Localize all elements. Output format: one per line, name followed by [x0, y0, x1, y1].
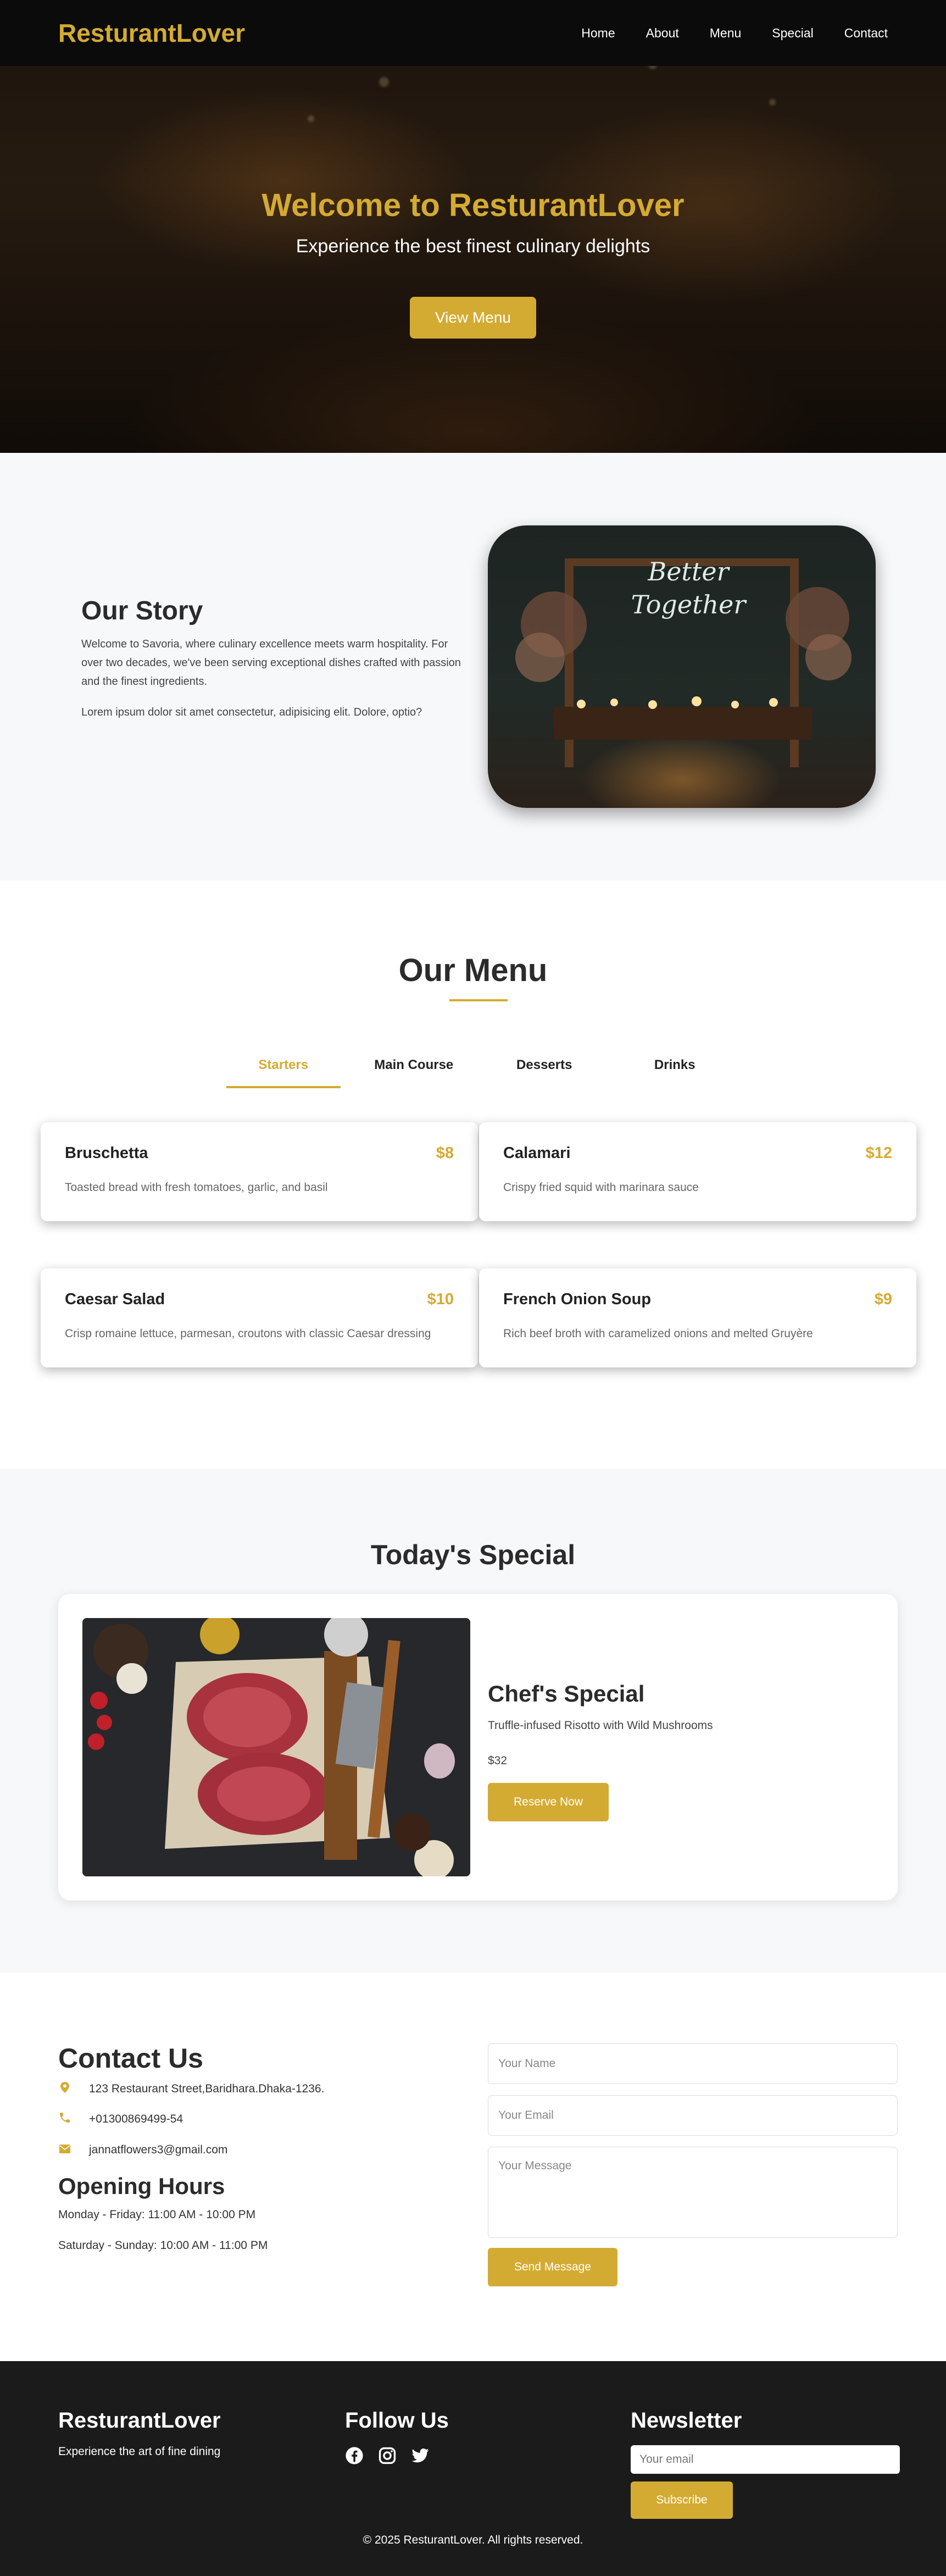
footer-social-column: Follow Us	[345, 2408, 449, 2468]
menu-item-name: French Onion Soup	[503, 1290, 652, 1308]
reserve-now-button[interactable]: Reserve Now	[488, 1783, 609, 1821]
menu-item-price: $8	[436, 1144, 454, 1162]
story-section: Our Story Welcome to Savoria, where culi…	[0, 453, 946, 880]
light-bokeh	[769, 99, 776, 106]
menu-item-name: Bruschetta	[65, 1144, 148, 1162]
hero-title: Welcome to ResturantLover	[261, 187, 685, 223]
special-title: Today's Special	[370, 1539, 576, 1570]
contact-address: 123 Restaurant Street,Baridhara.Dhaka-12…	[58, 2082, 324, 2096]
nav-link-about[interactable]: About	[646, 26, 679, 41]
tab-desserts[interactable]: Desserts	[487, 1052, 602, 1088]
email-text: jannatflowers3@gmail.com	[89, 2143, 228, 2156]
hero-content: Welcome to ResturantLover Experience the…	[0, 187, 946, 339]
contact-email: jannatflowers3@gmail.com	[58, 2143, 227, 2157]
story-image: Better Together	[488, 525, 876, 808]
nav-link-home[interactable]: Home	[581, 26, 615, 41]
nav-link-special[interactable]: Special	[772, 26, 813, 41]
tab-main-course[interactable]: Main Course	[357, 1052, 471, 1088]
nav-link-contact[interactable]: Contact	[844, 26, 888, 41]
message-textarea[interactable]: Your Message	[488, 2147, 898, 2238]
story-text: Our Story Welcome to Savoria, where culi…	[81, 596, 466, 722]
copyright-text: © 2025 ResturantLover. All rights reserv…	[363, 2534, 583, 2546]
menu-tabs: Starters Main Course Desserts Drinks	[226, 1052, 732, 1088]
map-pin-icon	[58, 2082, 71, 2096]
hero-section: Welcome to ResturantLover Experience the…	[0, 0, 946, 453]
opening-hours-title: Opening Hours	[58, 2173, 225, 2199]
footer-tagline: Experience the art of fine dining	[58, 2445, 221, 2458]
menu-item-name: Calamari	[503, 1144, 571, 1162]
contact-section: Contact Us 123 Restaurant Street,Baridha…	[0, 1973, 946, 2361]
menu-item-card[interactable]: Calamari $12 Crispy fried squid with mar…	[479, 1122, 916, 1221]
menu-item-price: $9	[874, 1290, 892, 1308]
footer-brand: ResturantLover	[58, 2408, 221, 2433]
email-input[interactable]: Your Email	[488, 2095, 898, 2136]
light-bokeh	[308, 115, 314, 122]
twitter-icon[interactable]	[411, 2446, 430, 2468]
special-section: Today's Special Chef's Special Truffle-i…	[0, 1469, 946, 1973]
navbar: ResturantLover Home About Menu Special C…	[0, 0, 946, 66]
contact-title: Contact Us	[58, 2043, 203, 2074]
newsletter-email-input[interactable]: Your email	[631, 2445, 900, 2474]
menu-item-price: $10	[427, 1290, 454, 1308]
special-price: $32	[488, 1754, 508, 1767]
envelope-icon	[58, 2144, 71, 2157]
menu-item-description: Toasted bread with fresh tomatoes, garli…	[65, 1181, 328, 1194]
tab-starters[interactable]: Starters	[226, 1052, 341, 1088]
special-dish: Truffle-infused Risotto with Wild Mushro…	[488, 1719, 713, 1732]
special-info: Chef's Special Truffle-infused Risotto w…	[488, 1681, 713, 1821]
story-paragraph: Welcome to Savoria, where culinary excel…	[81, 638, 461, 688]
view-menu-button[interactable]: View Menu	[409, 297, 536, 339]
menu-item-description: Crisp romaine lettuce, parmesan, crouton…	[65, 1327, 431, 1340]
brand-logo[interactable]: ResturantLover	[58, 18, 245, 48]
steak-board-illustration	[82, 1618, 470, 1876]
nav-link-menu[interactable]: Menu	[710, 26, 742, 41]
menu-item-description: Crispy fried squid with marinara sauce	[503, 1181, 699, 1194]
menu-item-card[interactable]: Caesar Salad $10 Crisp romaine lettuce, …	[41, 1268, 478, 1367]
send-message-button[interactable]: Send Message	[488, 2248, 617, 2286]
neon-sign-line2: Together	[631, 590, 748, 619]
subscribe-button[interactable]: Subscribe	[631, 2481, 733, 2519]
hours-weekend: Saturday - Sunday: 10:00 AM - 11:00 PM	[58, 2239, 268, 2252]
footer: ResturantLover Experience the art of fin…	[0, 2361, 946, 2576]
phone-icon	[58, 2113, 71, 2126]
chef-special-title: Chef's Special	[488, 1681, 645, 1707]
newsletter-title: Newsletter	[631, 2408, 742, 2433]
menu-item-name: Caesar Salad	[65, 1290, 165, 1308]
footer-newsletter-column: Newsletter Your email Subscribe	[631, 2408, 900, 2519]
phone-text: +01300869499-54	[89, 2113, 183, 2125]
nav-links: Home About Menu Special Contact	[581, 26, 888, 41]
menu-title: Our Menu	[398, 952, 548, 988]
follow-us-title: Follow Us	[345, 2408, 449, 2433]
menu-item-description: Rich beef broth with caramelized onions …	[503, 1327, 813, 1340]
tab-drinks[interactable]: Drinks	[618, 1052, 732, 1088]
hero-subtitle: Experience the best finest culinary deli…	[296, 236, 650, 257]
contact-phone: +01300869499-54	[58, 2113, 183, 2126]
instagram-icon[interactable]	[378, 2446, 397, 2468]
hours-weekday: Monday - Friday: 11:00 AM - 10:00 PM	[58, 2208, 256, 2221]
special-image	[82, 1618, 470, 1876]
name-input[interactable]: Your Name	[488, 2043, 898, 2084]
story-paragraph: Lorem ipsum dolor sit amet consectetur, …	[81, 706, 422, 718]
special-card: Chef's Special Truffle-infused Risotto w…	[58, 1594, 898, 1901]
neon-sign-line1: Better	[647, 557, 730, 586]
social-links	[345, 2446, 449, 2468]
facebook-icon[interactable]	[345, 2446, 364, 2468]
story-title: Our Story	[81, 596, 203, 625]
menu-item-price: $12	[865, 1144, 892, 1162]
title-underline	[449, 999, 508, 1001]
address-text: 123 Restaurant Street,Baridhara.Dhaka-12…	[89, 2082, 325, 2095]
event-decor-illustration: Better Together	[515, 557, 852, 767]
footer-brand-column: ResturantLover Experience the art of fin…	[58, 2408, 221, 2458]
light-bokeh	[379, 77, 389, 87]
menu-section: Our Menu Starters Main Course Desserts D…	[0, 880, 946, 1469]
menu-item-card[interactable]: Bruschetta $8 Toasted bread with fresh t…	[41, 1122, 478, 1221]
menu-item-card[interactable]: French Onion Soup $9 Rich beef broth wit…	[479, 1268, 916, 1367]
